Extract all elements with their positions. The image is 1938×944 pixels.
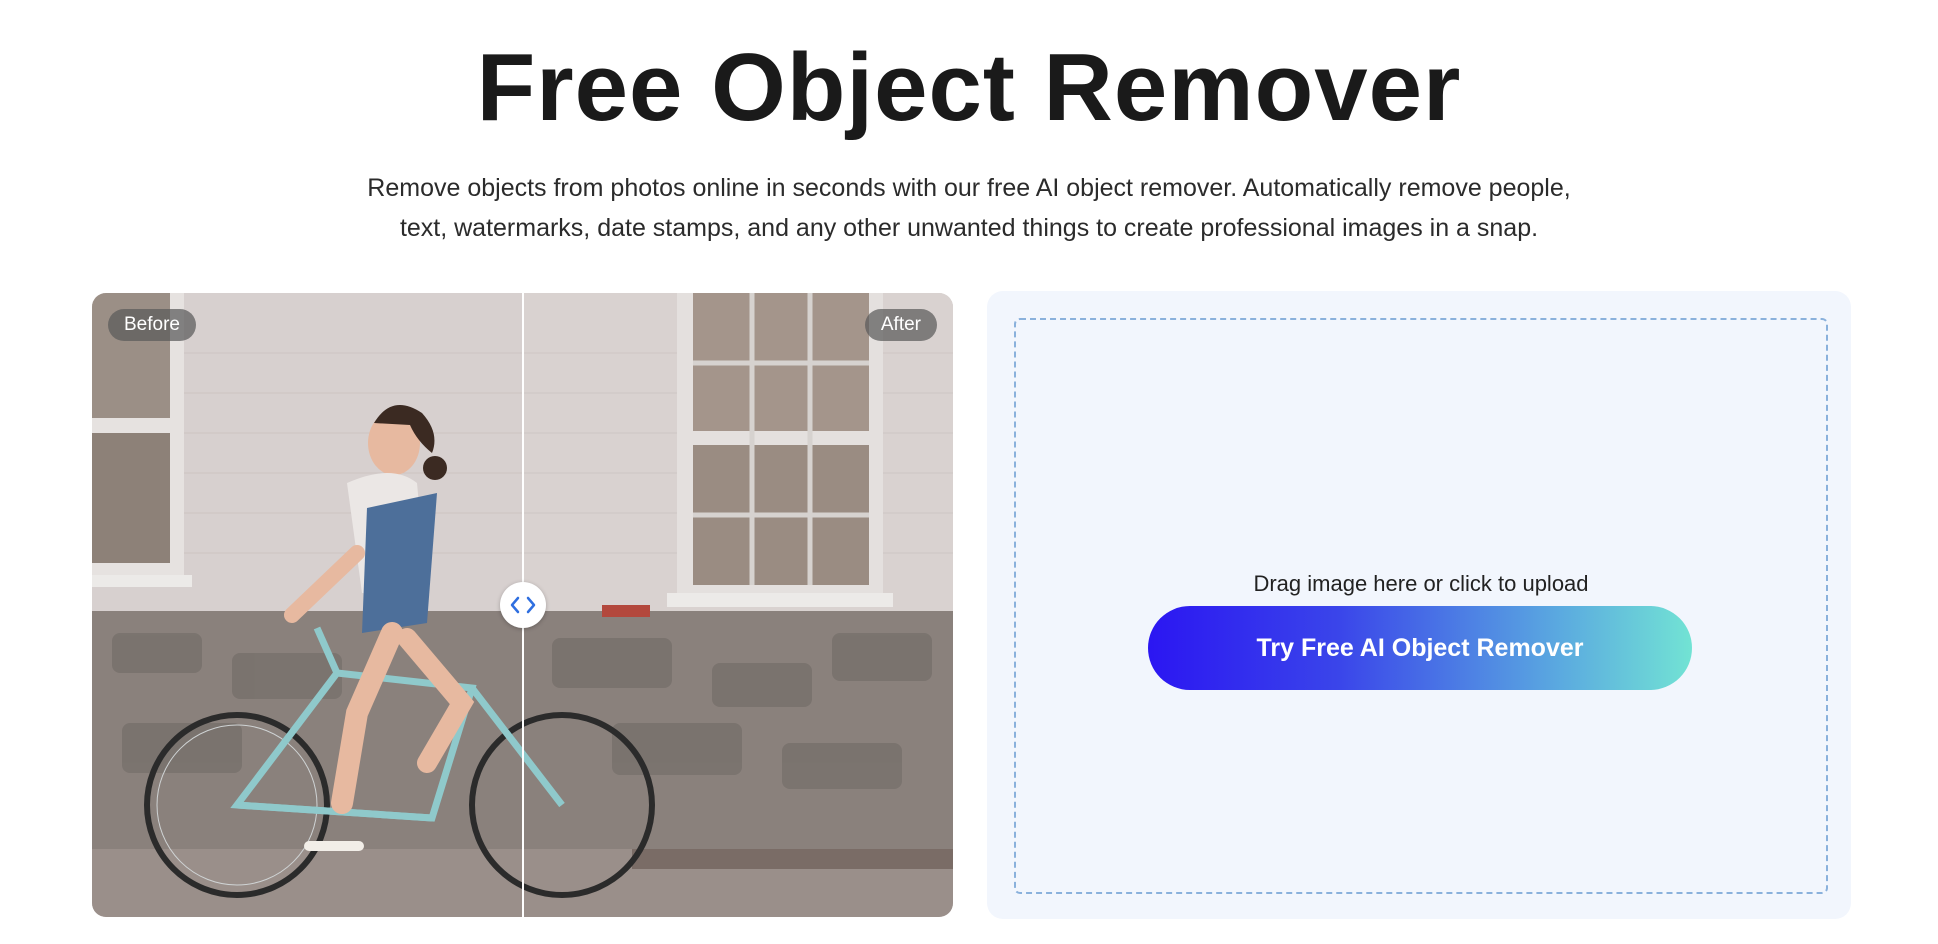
- try-object-remover-button[interactable]: Try Free AI Object Remover: [1148, 606, 1692, 690]
- after-badge: After: [864, 309, 937, 341]
- subtitle-line-2: text, watermarks, date stamps, and any o…: [399, 214, 1539, 242]
- comparison-slider-handle[interactable]: [500, 582, 546, 628]
- upload-dropzone[interactable]: Drag image here or click to upload Try F…: [1014, 318, 1828, 894]
- upload-panel: Drag image here or click to upload Try F…: [987, 291, 1851, 919]
- before-badge: Before: [108, 309, 196, 341]
- before-after-comparison[interactable]: Before After: [92, 293, 953, 917]
- upload-hint: Drag image here or click to upload: [1253, 571, 1589, 596]
- page: Free Object Remover Remove objects from …: [0, 0, 1938, 944]
- page-title: Free Object Remover: [476, 34, 1462, 141]
- left-right-chevrons-icon: [510, 596, 536, 614]
- subtitle-line-1: Remove objects from photos online in sec…: [367, 174, 1571, 202]
- page-subtitle: Remove objects from photos online in sec…: [300, 168, 1638, 248]
